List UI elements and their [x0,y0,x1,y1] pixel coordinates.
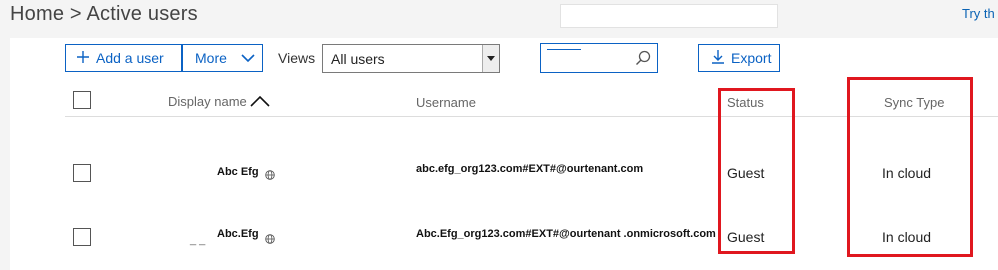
export-label: Export [731,50,772,66]
row-checkbox[interactable] [73,164,91,182]
dropdown-arrow-icon[interactable] [482,45,499,72]
display-name-header-label: Display name [168,94,247,109]
breadcrumb: Home > Active users [10,3,198,26]
breadcrumb-separator: > [64,3,87,25]
more-button[interactable]: More [182,44,263,72]
add-user-button[interactable]: Add a user [65,44,182,72]
top-bar: Home > Active users Try th [0,0,998,38]
views-dropdown[interactable]: All users [322,44,500,73]
row-username: abc.efg_org123.com#EXT#@ourtenant.com [416,163,644,175]
add-user-label: Add a user [96,50,164,66]
search-icon[interactable] [635,50,651,71]
sort-up-icon[interactable] [250,95,270,110]
row-display-name[interactable]: Abc Efg [217,166,259,178]
row-display-name[interactable]: Abc.Efg [217,228,259,240]
top-search-input[interactable] [560,4,778,28]
column-header-username[interactable]: Username [416,95,476,110]
row-dash-mark: _ _ [190,234,206,246]
export-button[interactable]: Export [698,44,780,72]
row-checkbox[interactable] [73,228,91,246]
row-username: Abc.Efg_org123.com#EXT#@ourtenant .onmic… [416,228,716,240]
download-icon [711,49,725,68]
chevron-down-icon [241,50,255,66]
breadcrumb-current: Active users [86,3,198,25]
column-header-display-name[interactable]: Display name [168,94,270,110]
status-column-highlight [718,88,795,254]
plus-icon [76,50,90,67]
views-selected-value: All users [331,51,385,67]
table-search-input[interactable] [540,43,658,73]
try-link[interactable]: Try th [962,6,995,21]
globe-icon [265,231,275,244]
search-text-caret [547,49,581,50]
more-label: More [195,50,227,66]
views-label: Views [278,50,316,66]
globe-icon [265,167,275,180]
users-panel: Add a user More Views All users Export D… [10,38,998,270]
breadcrumb-home[interactable]: Home [10,3,64,25]
sync-type-column-highlight [847,77,973,257]
select-all-checkbox[interactable] [73,91,91,109]
